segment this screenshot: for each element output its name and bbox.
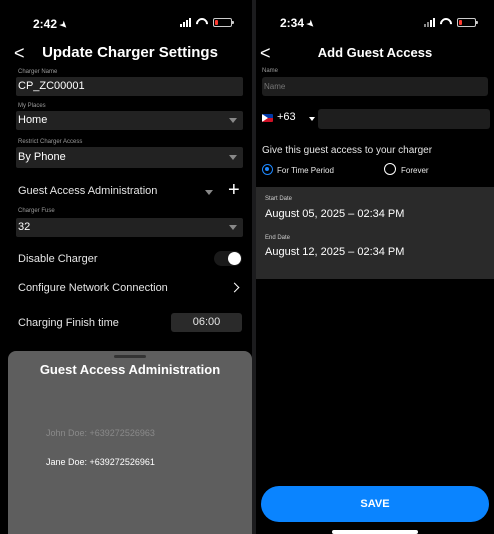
nav-bar: < Add Guest Access [256, 42, 494, 64]
name-input[interactable] [262, 77, 488, 96]
end-date-value[interactable]: August 12, 2025 – 02:34 PM [265, 246, 404, 258]
status-bar: 2:42➤ [0, 0, 252, 36]
status-bar: 2:34➤ [256, 0, 494, 36]
add-guest-screen: 2:34➤ < Add Guest Access Name +63 Give t… [256, 0, 494, 534]
chevron-down-icon [229, 118, 237, 123]
time-period-panel: Start Date August 05, 2025 – 02:34 PM En… [256, 187, 494, 279]
status-indicators [180, 18, 234, 27]
toggle-knob [228, 252, 241, 265]
disable-charger-label: Disable Charger [18, 253, 98, 265]
nav-bar: < Update Charger Settings [0, 42, 252, 64]
location-arrow-icon: ➤ [303, 17, 318, 32]
charger-fuse-value: 32 [18, 221, 31, 233]
philippines-flag-icon[interactable] [262, 114, 273, 122]
access-prompt: Give this guest access to your charger [262, 145, 433, 156]
location-arrow-icon: ➤ [56, 18, 71, 33]
sheet-grabber[interactable] [114, 355, 146, 358]
status-time-text: 2:42 [33, 17, 58, 31]
battery-icon [213, 18, 234, 27]
charger-fuse-label: Charger Fuse [18, 208, 55, 214]
name-label: Name [262, 68, 279, 74]
page-title: Add Guest Access [317, 45, 433, 60]
end-date-label: End Date [265, 235, 291, 241]
my-places-select[interactable]: Home [16, 111, 243, 130]
restrict-access-select[interactable]: By Phone [16, 147, 243, 168]
status-time: 2:34➤ [280, 16, 318, 32]
radio-time-period[interactable] [262, 164, 273, 175]
wifi-icon [440, 18, 452, 27]
cellular-signal-icon [180, 18, 191, 27]
my-places-label: My Places [18, 103, 46, 109]
charging-finish-label: Charging Finish time [18, 317, 119, 329]
save-button[interactable]: SAVE [261, 486, 489, 522]
charging-finish-time[interactable]: 06:00 [171, 313, 242, 332]
status-indicators [424, 18, 478, 27]
update-charger-screen: 2:42➤ < Update Charger Settings Charger … [0, 0, 252, 534]
guest-list-item[interactable]: John Doe: +639272526963 [46, 428, 155, 438]
start-date-label: Start Date [265, 196, 293, 202]
status-time-text: 2:34 [280, 16, 305, 30]
configure-network-label[interactable]: Configure Network Connection [18, 282, 168, 294]
cellular-signal-icon [424, 18, 435, 27]
page-title: Update Charger Settings [42, 44, 218, 61]
home-indicator [332, 530, 418, 534]
time-period-label[interactable]: For Time Period [277, 166, 334, 175]
chevron-down-icon[interactable] [309, 117, 315, 121]
start-date-value[interactable]: August 05, 2025 – 02:34 PM [265, 208, 404, 220]
status-time: 2:42➤ [33, 17, 71, 33]
country-code[interactable]: +63 [277, 111, 296, 123]
battery-icon [457, 18, 478, 27]
disable-charger-toggle[interactable] [214, 251, 242, 266]
charger-fuse-select[interactable]: 32 [16, 218, 243, 237]
phone-number-input[interactable] [318, 109, 490, 129]
radio-forever[interactable] [384, 163, 396, 175]
chevron-down-icon [229, 225, 237, 230]
sheet-title: Guest Access Administration [39, 362, 221, 377]
guest-list-item[interactable]: Jane Doe: +639272526961 [46, 457, 155, 467]
guest-access-sheet: Guest Access Administration John Doe: +6… [8, 351, 252, 534]
chevron-right-icon[interactable] [229, 282, 240, 293]
chevron-down-icon[interactable] [205, 190, 213, 195]
my-places-value: Home [18, 114, 48, 126]
wifi-icon [196, 18, 208, 27]
chevron-down-icon [229, 155, 237, 160]
restrict-access-value: By Phone [18, 151, 66, 163]
charger-name-input[interactable]: CP_ZC00001 [16, 77, 243, 96]
phone-number-row: +63 [262, 109, 490, 129]
charger-name-label: Charger Name [18, 69, 58, 75]
add-guest-plus-icon[interactable]: + [228, 180, 240, 200]
forever-label[interactable]: Forever [401, 166, 429, 175]
guest-access-admin-label[interactable]: Guest Access Administration [18, 185, 157, 197]
restrict-access-label: Restrict Charger Access [18, 139, 83, 145]
